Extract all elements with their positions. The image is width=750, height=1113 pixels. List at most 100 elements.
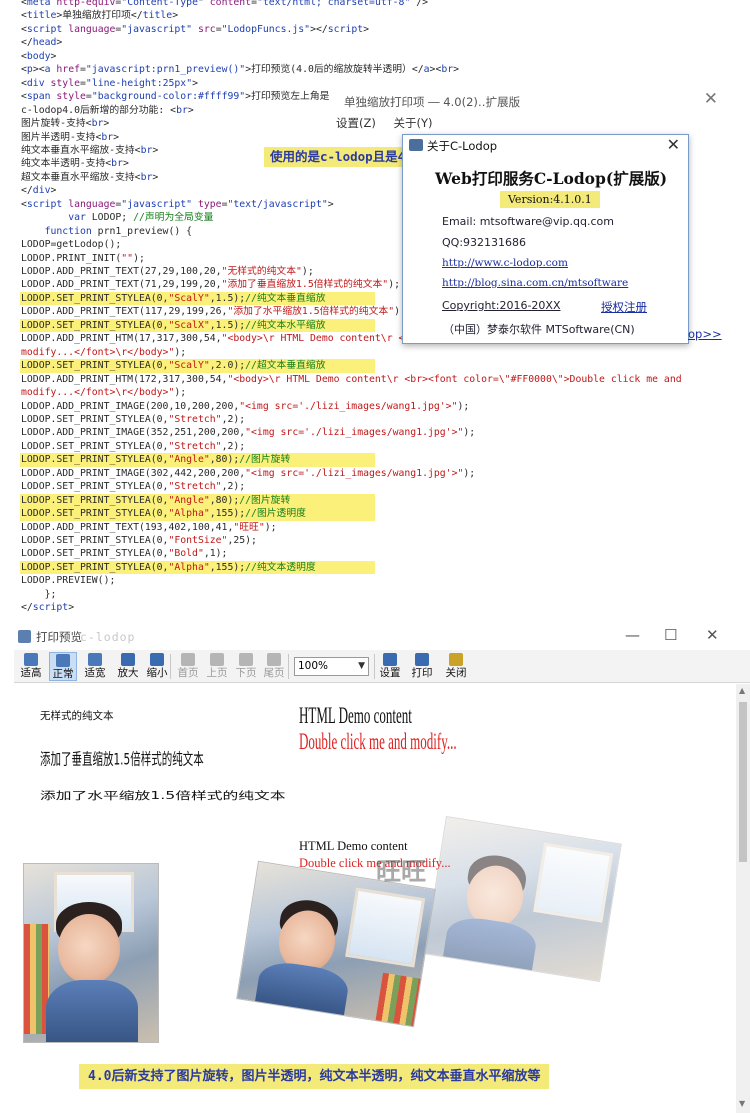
toolbar-separator (170, 654, 171, 679)
menu-bar: 设置(Z) 关于(Y) (336, 115, 447, 131)
code-line: LODOP.ADD_PRINT_IMAGE(302,442,200,200,"<… (21, 467, 476, 479)
dialog-titlebar: 关于C-Lodop ✕ (403, 135, 688, 155)
toolbar-button-settings[interactable]: 设置 (376, 652, 404, 681)
scroll-down-icon[interactable]: ▼ (739, 1099, 745, 1108)
page-text-plain: 无样式的纯文本 (40, 710, 114, 722)
code-line: function prn1_preview() { (44, 225, 193, 237)
code-line: LODOP.SET_PRINT_STYLEA(0,"FontSize",25); (21, 535, 257, 546)
code-line: LODOP.SET_PRINT_STYLEA(0,"Stretch",2); (21, 481, 246, 493)
toolbar-button-next-page: 下页 (232, 652, 260, 681)
dialog-close-button[interactable]: ✕ (667, 135, 680, 154)
chevron-down-icon: ▼ (358, 661, 365, 671)
code-line: modify...</font>\r</body>"); (21, 346, 187, 358)
settings-icon (383, 653, 397, 666)
minimize-button[interactable]: — (625, 626, 640, 644)
close-button[interactable]: ✕ (706, 626, 719, 644)
toolbar-button-label: 上页 (206, 667, 228, 679)
company-text: （中国）梦泰尔软件 MTSoftware(CN) (443, 323, 635, 336)
annotation-bottom: 4.0后新支持了图片旋转，图片半透明，纯文本半透明，纯文本垂直水平缩放等 (79, 1064, 550, 1089)
maximize-button[interactable]: ☐ (664, 626, 677, 644)
photo-1 (23, 863, 159, 1043)
toolbar-button-label: 下页 (235, 667, 257, 679)
code-line: <div style="line-height:25px"> (21, 77, 198, 89)
zoom-out-icon (150, 653, 164, 666)
code-line: LODOP.ADD_PRINT_TEXT(117,29,199,26,"添加了水… (21, 306, 406, 318)
code-line: LODOP.SET_PRINT_STYLEA(0,"ScalY",1.5);//… (21, 292, 326, 304)
version-label: Version:4.1.0.1 (500, 191, 600, 208)
register-link[interactable]: 授权注册 (601, 299, 647, 315)
toolbar-button-zoom-in[interactable]: 放大 (114, 652, 142, 681)
close-icon[interactable]: ✕ (704, 89, 718, 109)
code-line: 超文本垂直水平缩放-支持<br> (21, 171, 159, 183)
code-line: 图片半透明-支持<br> (21, 131, 120, 143)
toolbar-button-zoom-out[interactable]: 缩小 (143, 652, 171, 681)
fit-height-icon (24, 653, 38, 666)
toolbar-button-normal-size[interactable]: 正常 (49, 652, 77, 681)
code-line: LODOP.SET_PRINT_STYLEA(0,"Stretch",2); (21, 440, 246, 452)
about-dialog: 关于C-Lodop ✕ Web打印服务C-Lodop(扩展版) Version:… (402, 134, 689, 344)
toolbar-button-close-door[interactable]: 关闭 (442, 652, 470, 681)
code-line: }; (21, 588, 57, 600)
code-line: </head> (21, 37, 63, 49)
code-line: <meta http-equiv="Content-Type" content=… (21, 0, 429, 8)
menu-about[interactable]: 关于(Y) (394, 116, 433, 130)
toolbar-button-printer[interactable]: 打印 (408, 652, 436, 681)
zoom-value: 100% (298, 660, 329, 672)
scroll-thumb[interactable] (739, 702, 747, 862)
code-line: LODOP.PREVIEW(); (21, 575, 116, 587)
link-fragment[interactable]: op>> (688, 327, 722, 341)
menu-settings[interactable]: 设置(Z) (336, 116, 376, 130)
vertical-scrollbar[interactable]: ▲ ▼ (736, 684, 750, 1113)
dialog-title: 关于C-Lodop (427, 139, 498, 153)
fit-width-icon (88, 653, 102, 666)
code-line: LODOP.SET_PRINT_STYLEA(0,"Alpha",155);//… (21, 508, 306, 520)
code-line: </script> (21, 602, 75, 614)
toolbar-button-label: 适高 (20, 667, 42, 679)
code-line: LODOP.ADD_PRINT_HTM(172,317,300,54,"<bod… (21, 373, 682, 385)
prev-page-icon (210, 653, 224, 666)
code-line: 图片旋转-支持<br> (21, 118, 110, 130)
code-line: var LODOP; //声明为全局变量 (68, 212, 214, 224)
website-link[interactable]: http://www.c-lodop.com (442, 257, 568, 269)
htm1-line2: Double click me and modify... (299, 728, 457, 755)
code-line: LODOP.SET_PRINT_STYLEA(0,"Angle",80);//图… (21, 494, 291, 506)
dialog-heading: Web打印服务C-Lodop(扩展版) (435, 169, 668, 188)
page-text-scalx: 添加了水平缩放1.5倍样式的纯文本 (40, 790, 286, 802)
code-line: LODOP.SET_PRINT_STYLEA(0,"Stretch",2); (21, 413, 246, 425)
wangwang-text: 旺旺 (376, 857, 427, 886)
code-line: <title>单独缩放打印项</title> (21, 10, 179, 22)
preview-title: 打印预览 (36, 630, 82, 644)
code-line: LODOP.SET_PRINT_STYLEA(0,"Bold",1); (21, 548, 228, 560)
code-line: LODOP.ADD_PRINT_IMAGE(200,10,200,200,"<i… (21, 400, 470, 412)
code-line: LODOP.ADD_PRINT_TEXT(193,402,100,41,"旺旺"… (21, 521, 277, 533)
toolbar-button-label: 关闭 (445, 667, 467, 679)
printer-icon (409, 139, 423, 151)
code-line: LODOP.SET_PRINT_STYLEA(0,"Angle",80);//图… (21, 454, 291, 466)
normal-size-icon (56, 654, 70, 667)
code-line: <script language="javascript" src="Lodop… (21, 23, 370, 35)
scroll-up-icon[interactable]: ▲ (739, 686, 745, 695)
code-line: LODOP.SET_PRINT_STYLEA(0,"ScalY",2.0);//… (21, 360, 326, 372)
zoom-in-icon (121, 653, 135, 666)
code-line: modify...</font>\r</body>"); (21, 387, 187, 399)
toolbar-button-first-page: 首页 (174, 652, 202, 681)
next-page-icon (239, 653, 253, 666)
page-text-scaly: 添加了垂直缩放1.5倍样式的纯文本 (40, 751, 204, 769)
toolbar-button-fit-height[interactable]: 适高 (17, 652, 45, 681)
blog-link[interactable]: http://blog.sina.com.cn/mtsoftware (442, 277, 628, 289)
code-line: </div> (21, 185, 57, 197)
code-line: LODOP.ADD_PRINT_TEXT(27,29,100,20,"无样式的纯… (21, 266, 314, 277)
zoom-select[interactable]: 100% ▼ (294, 657, 369, 676)
code-line: LODOP.ADD_PRINT_IMAGE(352,251,200,200,"<… (21, 427, 476, 439)
code-line: LODOP.PRINT_INIT(""); (21, 252, 145, 264)
toolbar-button-fit-width[interactable]: 适宽 (81, 652, 109, 681)
close-door-icon (449, 653, 463, 666)
toolbar-separator (374, 654, 375, 679)
code-line: 纯文本垂直水平缩放-支持<br> (21, 144, 159, 156)
background-window-title: 单独缩放打印项 ― 4.0(2)‥扩展版 (344, 95, 521, 109)
email-text: Email: mtsoftware@vip.qq.com (442, 215, 614, 228)
background-window: 单独缩放打印项 ― 4.0(2)‥扩展版 ✕ 设置(Z) 关于(Y) (330, 88, 750, 136)
brand-watermark: c-lodop (80, 630, 136, 644)
code-line: LODOP.ADD_PRINT_TEXT(71,29,199,20,"添加了垂直… (21, 279, 400, 291)
first-page-icon (181, 653, 195, 666)
